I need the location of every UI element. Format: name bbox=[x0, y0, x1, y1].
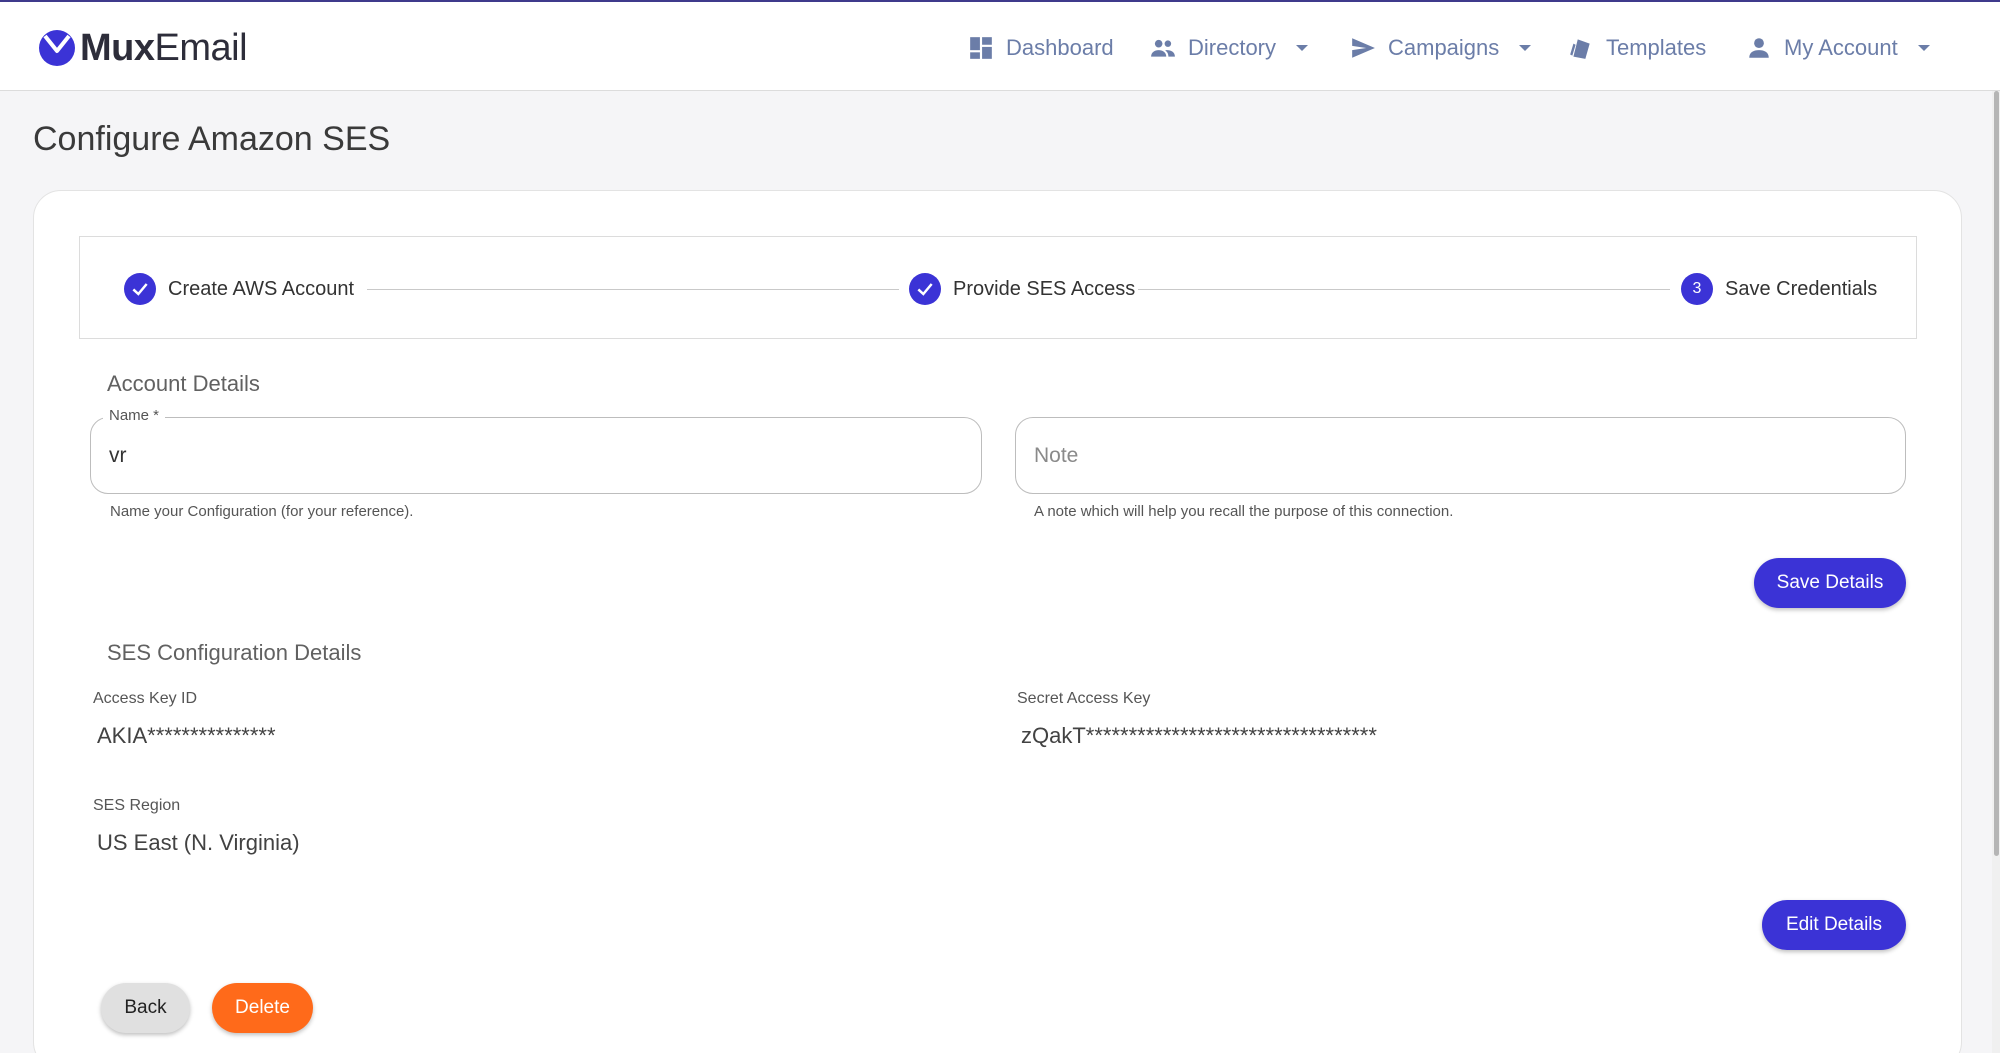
chevron-down-icon bbox=[1296, 45, 1309, 51]
progress-stepper: Create AWS Account Provide SES Access 3 … bbox=[79, 236, 1917, 339]
name-input[interactable] bbox=[109, 418, 963, 493]
check-icon bbox=[909, 273, 941, 305]
muxemail-logo-icon bbox=[39, 30, 75, 66]
edit-details-button[interactable]: Edit Details bbox=[1762, 900, 1906, 950]
step-create-aws-account: Create AWS Account bbox=[124, 273, 354, 305]
account-details-title: Account Details bbox=[107, 371, 260, 396]
step-provide-ses-access: Provide SES Access bbox=[909, 273, 1135, 305]
name-field[interactable]: Name * bbox=[90, 407, 982, 494]
step-number: 3 bbox=[1681, 273, 1713, 305]
nav-directory-label: Directory bbox=[1188, 35, 1277, 60]
step-label: Provide SES Access bbox=[953, 277, 1136, 300]
brand-name: MuxEmail bbox=[80, 26, 248, 69]
nav-dashboard[interactable]: Dashboard bbox=[968, 26, 1114, 70]
delete-button[interactable]: Delete bbox=[212, 983, 313, 1033]
ses-region-value: US East (N. Virginia) bbox=[97, 830, 300, 855]
nav-my-account[interactable]: My Account bbox=[1746, 26, 1930, 70]
check-icon bbox=[124, 273, 156, 305]
nav-my-account-label: My Account bbox=[1784, 35, 1898, 60]
nav-templates[interactable]: Templates bbox=[1568, 26, 1706, 70]
step-connector bbox=[367, 289, 899, 290]
brand-logo[interactable]: MuxEmail bbox=[38, 26, 248, 69]
chevron-down-icon bbox=[1917, 45, 1930, 51]
nav-campaigns-label: Campaigns bbox=[1388, 35, 1500, 60]
back-button[interactable]: Back bbox=[101, 983, 190, 1033]
ses-region-label: SES Region bbox=[93, 797, 181, 814]
nav-dashboard-label: Dashboard bbox=[1006, 35, 1114, 60]
nav-templates-label: Templates bbox=[1606, 35, 1707, 60]
note-input[interactable] bbox=[1034, 418, 1887, 493]
step-connector bbox=[1138, 289, 1670, 290]
access-key-id-value: AKIA*************** bbox=[97, 723, 276, 748]
save-details-button[interactable]: Save Details bbox=[1754, 558, 1906, 608]
dashboard-icon bbox=[970, 37, 992, 59]
ses-configuration-title: SES Configuration Details bbox=[107, 640, 362, 665]
secret-access-key-label: Secret Access Key bbox=[1017, 690, 1151, 707]
step-label: Create AWS Account bbox=[168, 277, 355, 300]
page-title: Configure Amazon SES bbox=[33, 120, 391, 158]
nav-campaigns[interactable]: Campaigns bbox=[1350, 26, 1532, 70]
people-icon bbox=[1151, 39, 1175, 57]
app-header: MuxEmail Dashboard Directory Campaigns T… bbox=[0, 2, 2000, 91]
templates-icon bbox=[1570, 39, 1590, 59]
secret-access-key-value: zQakT********************************** bbox=[1021, 723, 1377, 748]
note-helper-text: A note which will help you recall the pu… bbox=[1034, 503, 1454, 520]
nav-directory[interactable]: Directory bbox=[1150, 26, 1309, 70]
chevron-down-icon bbox=[1519, 45, 1532, 51]
scrollbar-thumb[interactable] bbox=[1994, 91, 1999, 856]
person-icon bbox=[1749, 38, 1769, 58]
step-label: Save Credentials bbox=[1725, 277, 1878, 300]
step-save-credentials: 3 Save Credentials bbox=[1681, 273, 1877, 305]
note-field[interactable] bbox=[1015, 417, 1906, 494]
name-helper-text: Name your Configuration (for your refere… bbox=[110, 503, 414, 520]
access-key-id-label: Access Key ID bbox=[93, 690, 198, 707]
send-icon bbox=[1352, 38, 1375, 58]
